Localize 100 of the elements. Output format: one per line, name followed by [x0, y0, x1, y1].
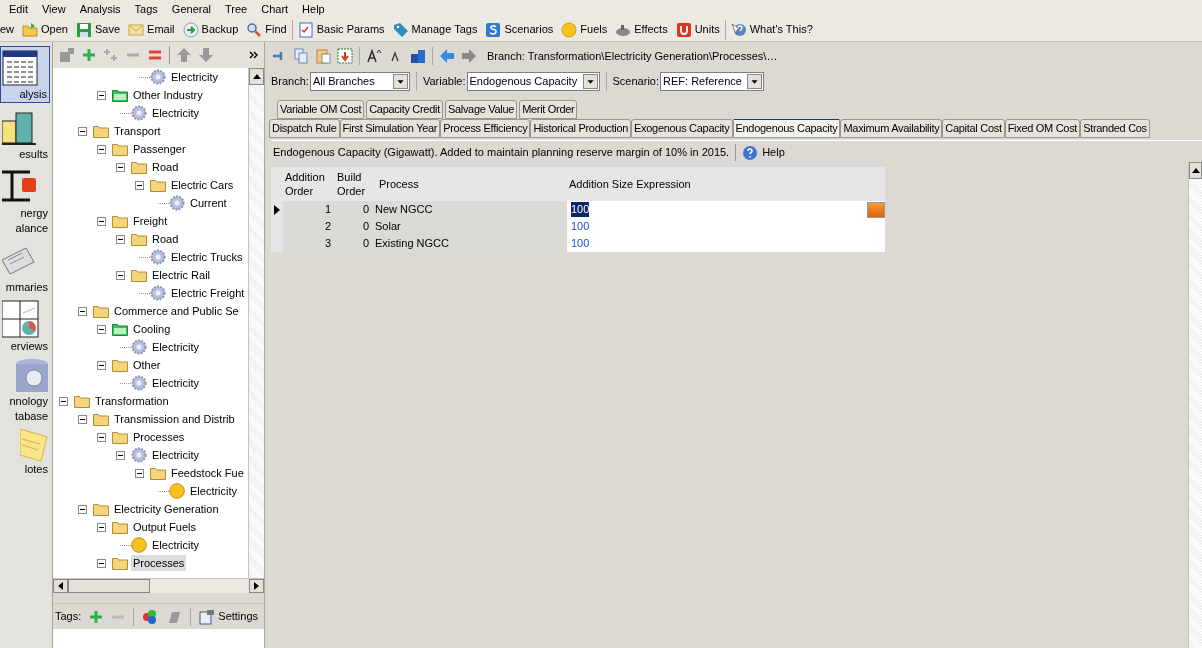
- tree-node[interactable]: Other: [131, 357, 163, 373]
- menu-item[interactable]: General: [171, 3, 211, 15]
- toolbar-button[interactable]: Fuels: [561, 19, 608, 40]
- collapse-toggle[interactable]: [78, 414, 87, 424]
- tree-node[interactable]: Electric Freight: [169, 285, 247, 301]
- tab[interactable]: First Simulation Year: [339, 119, 441, 138]
- sort-icon[interactable]: [410, 48, 426, 64]
- expression-cell[interactable]: 100: [571, 219, 590, 234]
- tab[interactable]: Merit Order: [519, 100, 578, 119]
- view-button[interactable]: nnology tabase: [0, 358, 50, 424]
- column-header[interactable]: Build Order: [335, 167, 373, 201]
- tree-node[interactable]: Electric Cars: [169, 177, 236, 193]
- tree-node[interactable]: Transmission and Distrib: [112, 411, 237, 427]
- toolbar-button[interactable]: Save: [76, 19, 121, 40]
- forward-arrow-icon[interactable]: [461, 48, 477, 64]
- expression-editor-icon[interactable]: [867, 201, 885, 218]
- tab[interactable]: Process Efficiency: [440, 119, 531, 138]
- collapse-toggle[interactable]: [97, 558, 106, 568]
- tab[interactable]: Fixed OM Cost: [1004, 119, 1081, 138]
- collapse-toggle[interactable]: [78, 306, 87, 316]
- tree-node[interactable]: Electricity: [150, 447, 202, 463]
- tab[interactable]: Stranded Cos: [1080, 119, 1150, 138]
- tree-node[interactable]: Output Fuels: [131, 519, 198, 535]
- menu-item[interactable]: Chart: [261, 3, 289, 15]
- toolbar-button[interactable]: ew: [0, 19, 15, 40]
- collapse-toggle[interactable]: [116, 234, 125, 244]
- column-header[interactable]: Addition Order: [283, 167, 335, 201]
- tab[interactable]: Exogenous Capacity: [631, 119, 733, 138]
- dropdown[interactable]: All Branches: [309, 71, 410, 91]
- tab[interactable]: Historical Production: [530, 119, 631, 138]
- tree-node[interactable]: Electric Trucks: [169, 249, 245, 265]
- collapse-toggle[interactable]: [78, 504, 87, 514]
- toolbar-button[interactable]: Effects: [615, 19, 668, 40]
- view-button[interactable]: erviews: [0, 299, 50, 354]
- view-button[interactable]: lotes: [0, 428, 50, 477]
- toolbar-button[interactable]: Email: [128, 19, 175, 40]
- tree-node[interactable]: Feedstock Fue: [169, 465, 246, 481]
- toolbar-button[interactable]: Manage Tags: [392, 19, 478, 40]
- color-circles-icon[interactable]: [142, 608, 159, 625]
- collapse-toggle[interactable]: [97, 324, 106, 334]
- collapse-toggle[interactable]: [59, 396, 68, 406]
- tree-node[interactable]: Electric Rail: [150, 267, 213, 283]
- toolbar-button[interactable]: Basic Params: [297, 19, 385, 40]
- collapse-toggle[interactable]: [135, 468, 144, 478]
- menu-item[interactable]: Tree: [225, 3, 248, 15]
- tree-node[interactable]: Electricity: [150, 375, 202, 391]
- toolbar-button[interactable]: Scenarios: [485, 19, 554, 40]
- settings-button[interactable]: Settings: [199, 608, 259, 625]
- view-button[interactable]: esults: [0, 107, 50, 162]
- tree-node[interactable]: Electricity: [188, 483, 240, 499]
- tree-node[interactable]: Processes: [131, 429, 187, 445]
- tree-node[interactable]: Commerce and Public Se: [112, 303, 241, 319]
- toolbar-button[interactable]: Backup: [182, 19, 239, 40]
- column-header[interactable]: Process: [373, 167, 567, 201]
- toolbar-button[interactable]: Find: [246, 19, 287, 40]
- collapse-toggle[interactable]: [97, 144, 106, 154]
- collapse-toggle[interactable]: [97, 360, 106, 370]
- menu-item[interactable]: Help: [302, 3, 325, 15]
- toolbar-button[interactable]: Open: [22, 19, 68, 40]
- toolbar-button[interactable]: Units: [675, 19, 720, 40]
- vertical-scrollbar[interactable]: [1188, 162, 1202, 648]
- tree-node[interactable]: Transport: [112, 123, 163, 139]
- tree-node[interactable]: Current: [188, 195, 229, 211]
- tree-node[interactable]: Road: [150, 159, 181, 175]
- tree-node[interactable]: Other Industry: [131, 87, 205, 103]
- tree-node[interactable]: Electricity: [150, 105, 202, 121]
- vertical-scrollbar[interactable]: [248, 68, 264, 578]
- back-arrow-icon[interactable]: [439, 48, 455, 64]
- view-button[interactable]: mmaries: [0, 240, 50, 295]
- horizontal-scrollbar[interactable]: [53, 578, 264, 593]
- tree-node[interactable]: Passenger: [131, 141, 188, 157]
- dropdown[interactable]: REF: Reference: [660, 71, 764, 91]
- tab[interactable]: Capital Cost: [942, 119, 1005, 138]
- view-button[interactable]: nergy alance: [0, 166, 50, 236]
- collapse-toggle[interactable]: [116, 450, 125, 460]
- tab[interactable]: Endogenous Capacity: [732, 119, 841, 138]
- tab[interactable]: Salvage Value: [444, 100, 518, 119]
- collapse-toggle[interactable]: [97, 90, 106, 100]
- help-button[interactable]: Help: [742, 144, 785, 161]
- tab[interactable]: Variable OM Cost: [277, 100, 365, 119]
- menu-item[interactable]: Analysis: [79, 3, 121, 15]
- expression-cell[interactable]: 100: [571, 236, 590, 251]
- column-header[interactable]: Addition Size Expression: [567, 167, 885, 201]
- tree-node[interactable]: Electricity: [150, 537, 202, 553]
- collapse-toggle[interactable]: [97, 216, 106, 226]
- menu-item[interactable]: Edit: [9, 3, 28, 15]
- toolbar-button[interactable]: What's This?: [730, 19, 813, 40]
- menu-item[interactable]: Tags: [134, 3, 158, 15]
- font-increase-icon[interactable]: [366, 48, 382, 64]
- export-icon[interactable]: [337, 48, 353, 64]
- collapse-toggle[interactable]: [78, 126, 87, 136]
- chevrons-icon[interactable]: [249, 51, 258, 59]
- tab[interactable]: Dispatch Rule: [269, 119, 340, 138]
- collapse-toggle[interactable]: [97, 432, 106, 442]
- tree-node[interactable]: Road: [150, 231, 181, 247]
- tab[interactable]: Capacity Credit: [366, 100, 443, 119]
- menu-item[interactable]: View: [41, 3, 66, 15]
- collapse-toggle[interactable]: [135, 180, 144, 190]
- collapse-toggle[interactable]: [97, 522, 106, 532]
- tree-node[interactable]: Electricity: [150, 339, 202, 355]
